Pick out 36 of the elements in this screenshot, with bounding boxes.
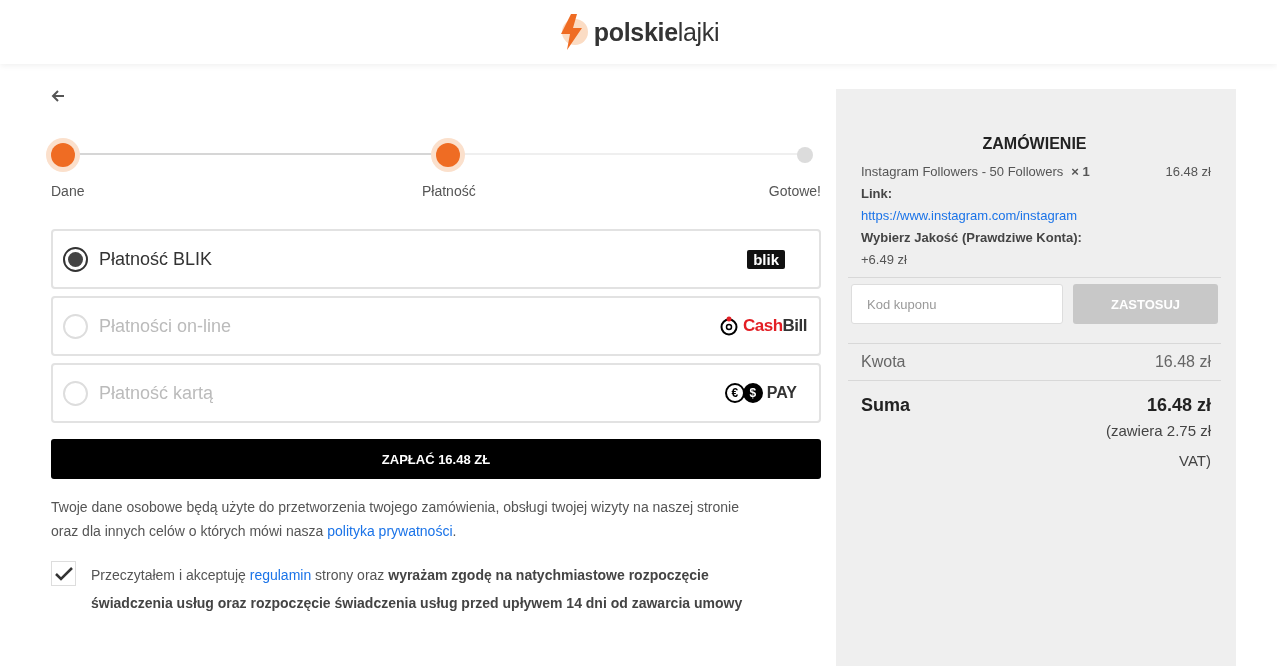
payment-label: Płatność kartą [99,382,215,404]
profile-link[interactable]: https://www.instagram.com/instagram [861,208,1078,223]
pay-button[interactable]: ZAPŁAĆ 16.48 ZŁ [51,439,821,479]
option-label: Wybierz Jakość (Prawdziwe Konta): [861,229,1083,247]
option-label: Link: [861,185,894,203]
radio-button[interactable] [63,246,88,272]
cashbill-logo: CashBill [718,316,807,336]
payment-label: Płatność BLIK [99,248,214,270]
consent-checkbox[interactable] [51,561,76,586]
total-value: 16.48 zł [1146,395,1211,416]
step-label: Płatność [422,183,476,199]
back-arrow-icon[interactable] [51,89,65,103]
blik-logo: blik [747,249,785,269]
order-title: ZAMÓWIENIE [981,135,1088,153]
privacy-link[interactable]: polityka prywatności [327,523,453,539]
subtotal-value: 16.48 zł [1154,353,1211,371]
privacy-notice: Twoje dane osobowe będą użyte do przetworzenia twojego zamówienia, obsługi twojej wizyty na naszej stronie oraz dla innych celów o których mówi nasza polityka prywatności. [51,498,740,541]
step-label: Dane [51,183,85,199]
option-value: +6.49 zł [861,251,908,269]
terms-link[interactable]: regulamin [249,567,312,583]
payment-option[interactable]: Płatność BLIK blik [51,229,821,289]
item-price: 16.48 zł [1165,163,1211,181]
brand-name: polskielajki [593,17,720,47]
subtotal-label: Kwota [861,353,906,371]
step-label: Gotowe! [768,183,821,199]
check-icon [54,566,73,581]
total-label: Suma [861,395,911,416]
item-quantity: × 1 [1071,163,1090,181]
item-name: Instagram Followers - 50 Followers [861,163,1064,181]
pay-logo: € $ PAY [724,383,797,403]
vat-note: (zawiera 2.75 zł VAT) [1104,421,1211,471]
coupon-field[interactable]: Kod kuponu [851,284,1063,324]
consent-text: Przeczytałem i akceptuję regulamin strony oraz wyrażam zgodę na natychmiastowe rozpoczęcie świadczenia usług oraz rozpoczęcie świadczenia usług przed upływem 14 dni od zawarcia umowy [91,566,744,613]
payment-option[interactable]: Płatność kartą € $ PAY [51,363,821,423]
payment-option[interactable]: Płatności on-line CashBill [51,296,821,356]
payment-label: Płatności on-line [99,315,233,337]
